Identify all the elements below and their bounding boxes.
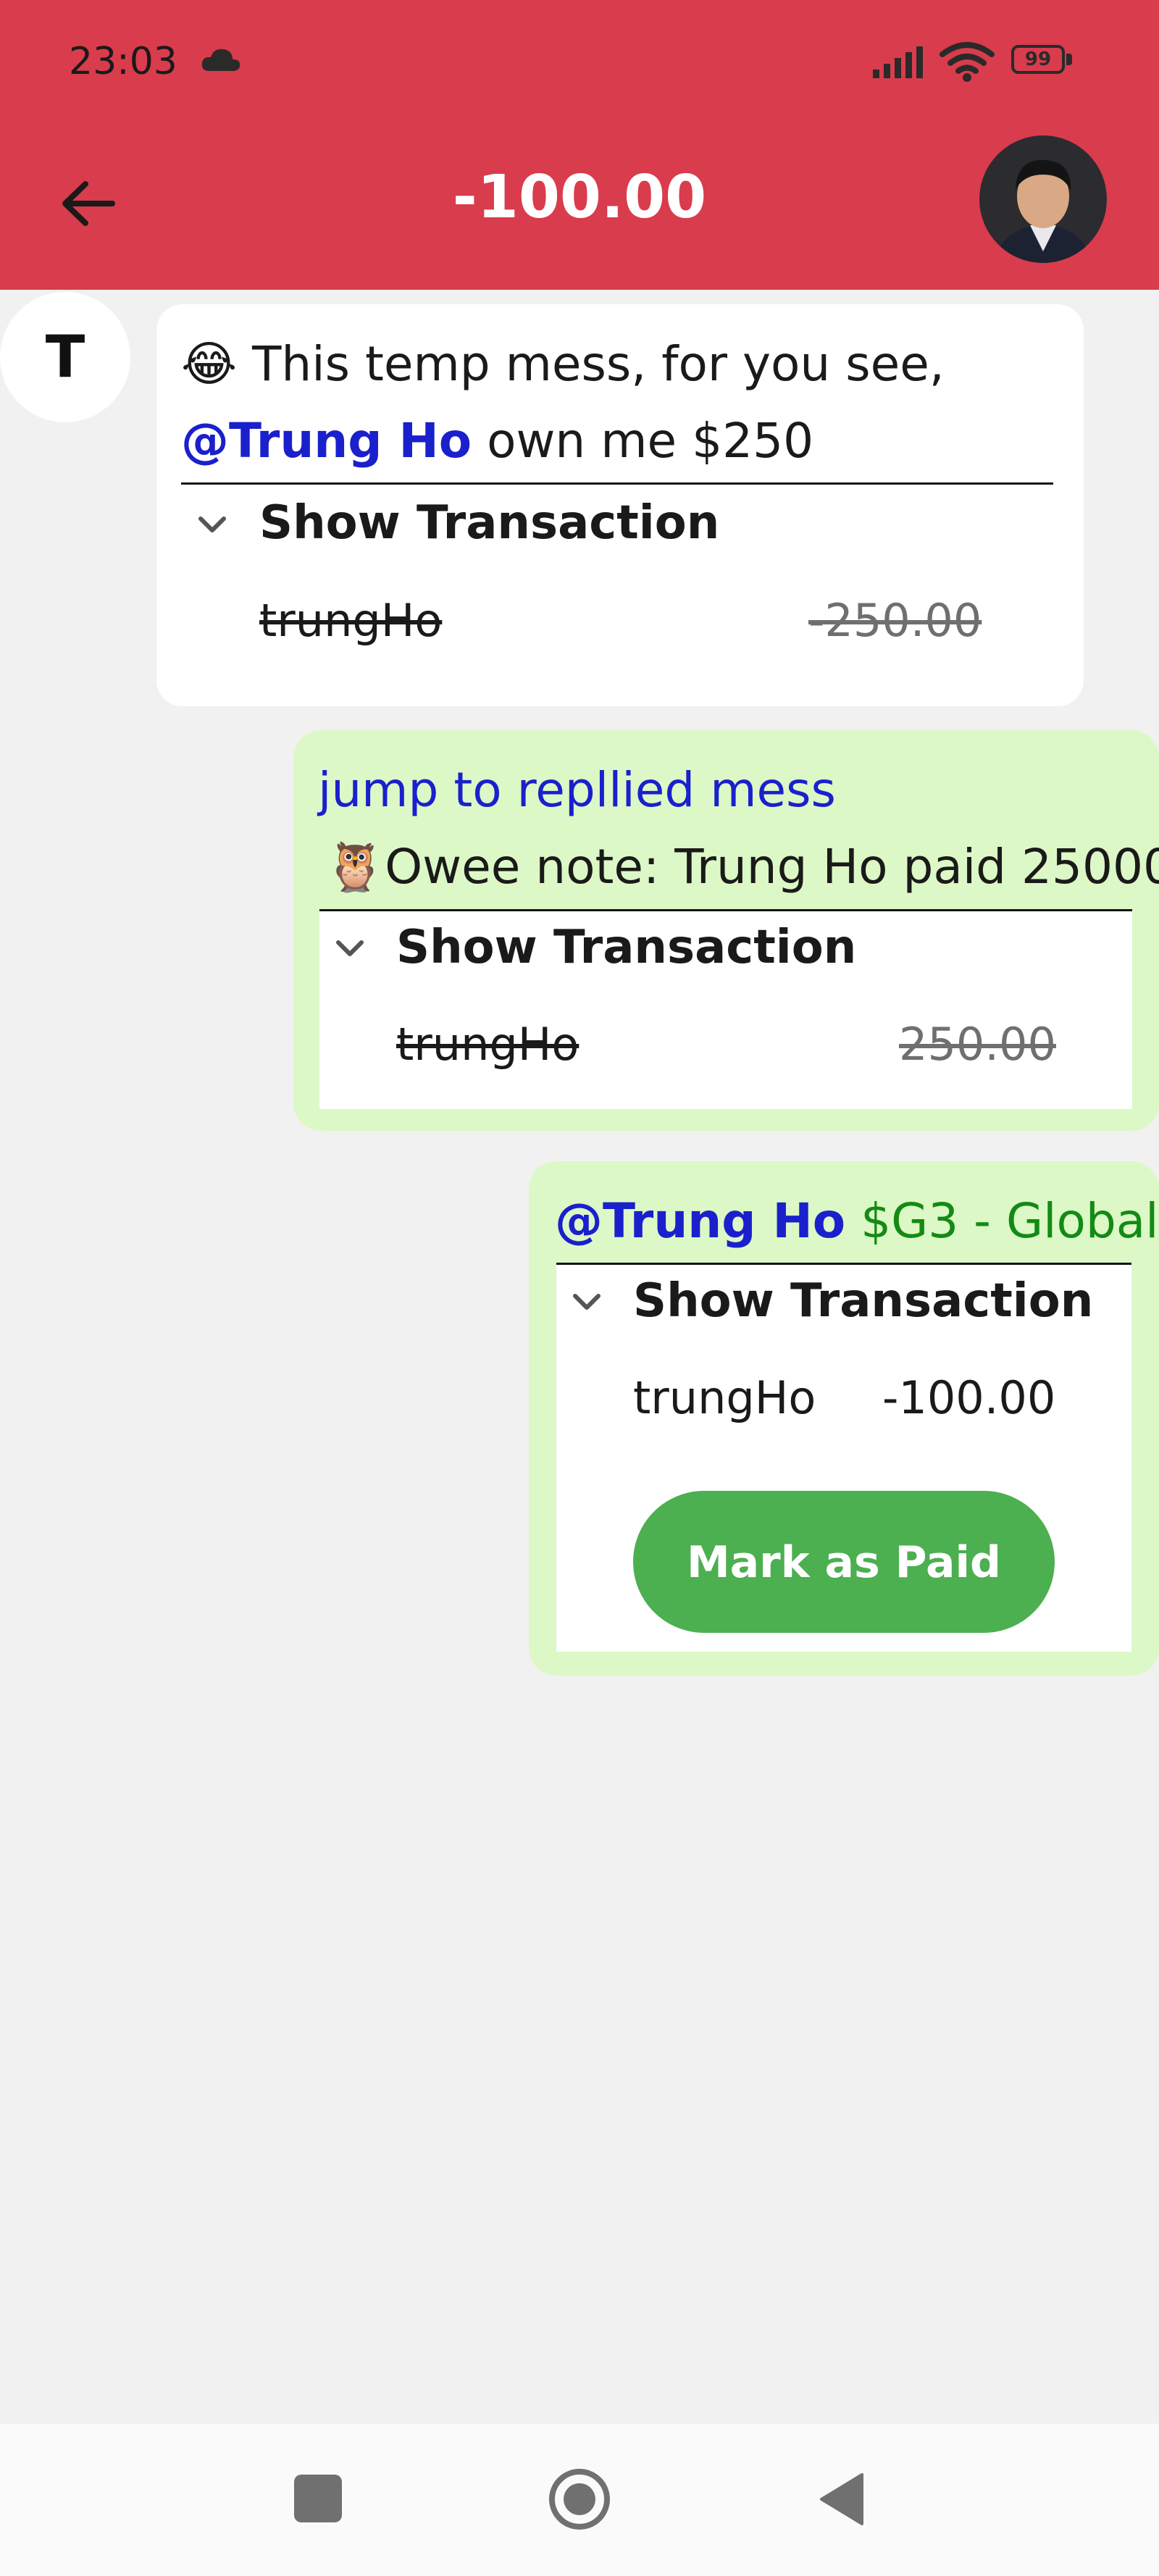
reply-link[interactable]: jump to repllied mess xyxy=(318,762,836,818)
recents-button[interactable] xyxy=(294,2475,342,2522)
message-text-line2: @Trung Ho own me $250 xyxy=(181,413,814,469)
divider xyxy=(319,909,1132,911)
transaction-card: Show Transaction trungHo 250.00 xyxy=(319,909,1132,1109)
status-time: 23:03 xyxy=(69,40,177,83)
show-transaction-label: Show Transaction xyxy=(259,496,720,550)
show-transaction-label: Show Transaction xyxy=(633,1274,1094,1328)
battery-level: 99 xyxy=(1011,45,1065,74)
wifi-icon xyxy=(940,42,995,82)
home-button[interactable] xyxy=(548,2467,611,2531)
mark-as-paid-button[interactable]: Mark as Paid xyxy=(633,1491,1055,1633)
message-bubble-sent[interactable]: jump to repllied mess 🦉Owee note: Trung … xyxy=(293,730,1159,1131)
sender-avatar[interactable]: T xyxy=(0,292,130,422)
transaction-name: trungHo xyxy=(396,1018,580,1071)
message-bubble-received[interactable]: 😂 This temp mess, for you see, @Trung Ho… xyxy=(156,304,1084,706)
chevron-down-icon xyxy=(336,940,364,956)
mention-link[interactable]: @Trung Ho xyxy=(555,1193,845,1249)
transaction-name: trungHo xyxy=(259,594,443,647)
divider xyxy=(181,482,1053,485)
chevron-down-icon xyxy=(198,517,226,532)
transaction-amount: -100.00 xyxy=(882,1371,1056,1424)
show-transaction-label: Show Transaction xyxy=(396,921,857,974)
transaction-amount: -250.00 xyxy=(808,594,982,647)
cloud-icon xyxy=(201,49,240,71)
message-text: @Trung Ho $G3 - Global xyxy=(555,1193,1159,1249)
nav-back-button[interactable] xyxy=(817,2472,865,2527)
owee-note-text: 🦉Owee note: Trung Ho paid 25000 xyxy=(325,839,1159,895)
transaction-amount: 250.00 xyxy=(899,1018,1056,1071)
laughing-emoji-icon: 😂 xyxy=(181,336,238,392)
user-avatar[interactable] xyxy=(979,135,1107,263)
transaction-name: trungHo xyxy=(633,1371,816,1424)
group-tag[interactable]: $G3 - Global xyxy=(861,1193,1158,1249)
message-text-line1: 😂 This temp mess, for you see, xyxy=(181,336,945,392)
mention-link[interactable]: @Trung Ho xyxy=(181,413,472,469)
divider xyxy=(556,1263,1131,1265)
battery-icon: 99 xyxy=(1011,45,1076,78)
signal-icon xyxy=(873,46,923,78)
chevron-down-icon xyxy=(573,1294,601,1310)
owl-emoji-icon: 🦉 xyxy=(325,839,385,895)
